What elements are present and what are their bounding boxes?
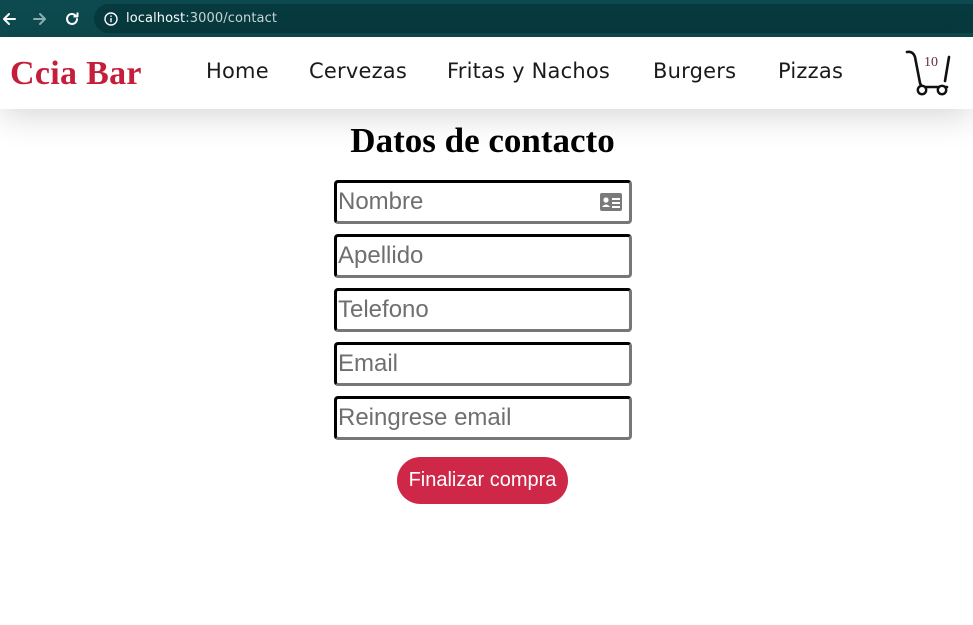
apellido-field[interactable] bbox=[334, 234, 632, 278]
url-path: :3000/contact bbox=[185, 11, 278, 26]
nav-item-pizzas[interactable]: Pizzas bbox=[778, 59, 843, 83]
email-field[interactable] bbox=[334, 342, 632, 386]
cart-count-badge: 10 bbox=[924, 55, 938, 70]
nombre-field[interactable] bbox=[334, 180, 632, 224]
nav-item-home[interactable]: Home bbox=[206, 59, 269, 83]
reload-button[interactable] bbox=[60, 4, 84, 34]
nav-item-fritas-y-nachos[interactable]: Fritas y Nachos bbox=[447, 59, 610, 83]
address-bar[interactable]: localhost:3000/contact bbox=[94, 4, 973, 33]
arrow-right-icon bbox=[33, 13, 46, 25]
telefono-field[interactable] bbox=[334, 288, 632, 332]
info-circle-icon[interactable] bbox=[104, 11, 118, 26]
back-button[interactable] bbox=[0, 4, 18, 34]
nav-item-burgers[interactable]: Burgers bbox=[653, 59, 736, 83]
brand-logo[interactable]: Ccia Bar bbox=[10, 55, 142, 93]
url-host: localhost bbox=[126, 11, 186, 26]
contact-card-icon bbox=[600, 193, 622, 211]
reload-icon bbox=[66, 12, 79, 25]
forward-button[interactable] bbox=[30, 4, 50, 34]
site-header: Ccia Bar Home Cervezas Fritas y Nachos B… bbox=[0, 37, 973, 109]
cart-button[interactable]: 10 bbox=[905, 49, 957, 97]
nav-item-cervezas[interactable]: Cervezas bbox=[309, 59, 407, 83]
contact-form-section: Datos de contacto Finalizar compra bbox=[0, 109, 973, 625]
arrow-left-icon bbox=[3, 13, 16, 25]
browser-toolbar: localhost:3000/contact bbox=[0, 0, 973, 37]
url-text: localhost:3000/contact bbox=[126, 11, 277, 26]
confirm-email-field[interactable] bbox=[334, 396, 632, 440]
page-title: Datos de contacto bbox=[350, 121, 615, 160]
finalizar-compra-button[interactable]: Finalizar compra bbox=[397, 457, 568, 504]
